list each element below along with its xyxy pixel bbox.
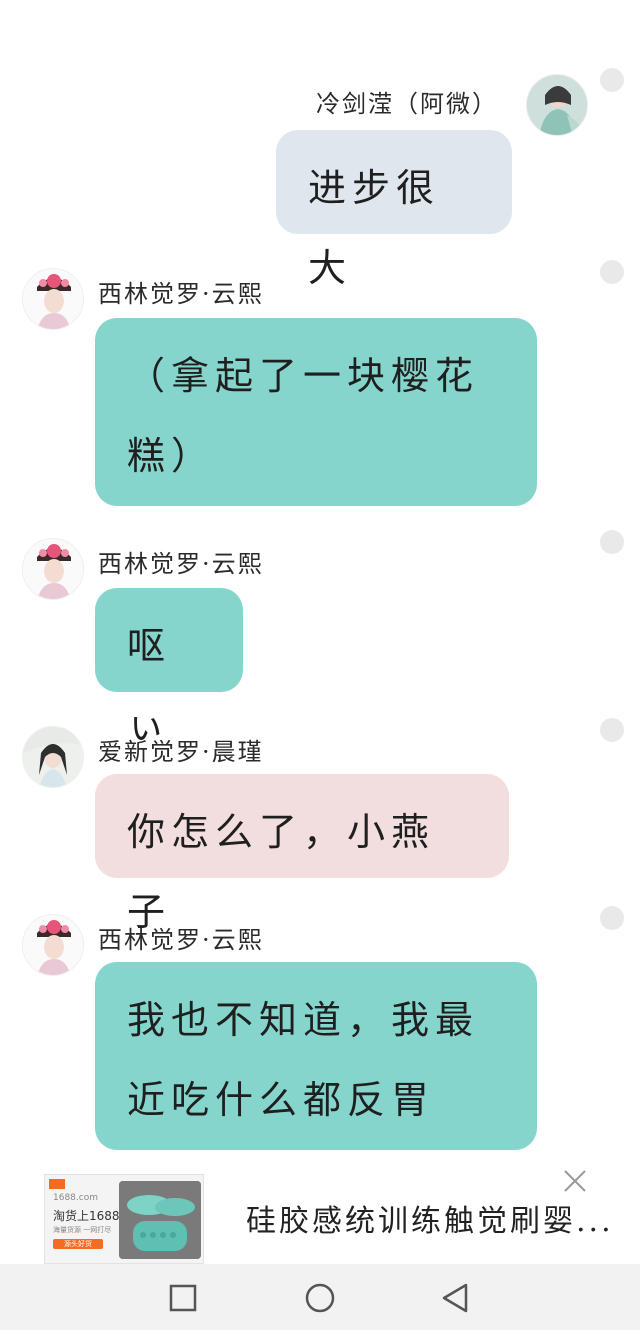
ad-thumbnail[interactable]: 1688.com 淘货上1688 海量货源 一网打尽 源头好货 (44, 1174, 204, 1264)
home-icon[interactable] (300, 1278, 340, 1318)
message-row: 西林觉罗·云熙 呕ぃ (0, 528, 640, 748)
select-circle[interactable] (600, 718, 624, 742)
sender-name: 西林觉罗·云熙 (98, 550, 264, 578)
message-bubble[interactable]: 呕ぃ (95, 588, 243, 748)
message-bubble[interactable]: 你怎么了，小燕子 (95, 774, 509, 934)
select-circle[interactable] (600, 68, 624, 92)
ad-subline: 海量货源 一网打尽 (53, 1226, 112, 1234)
message-bubble[interactable]: 进步很大 (276, 130, 512, 290)
ad-title[interactable]: 硅胶感统训练触觉刷婴... (246, 1196, 626, 1240)
avatar-image (23, 727, 83, 787)
message-row: 西林觉罗·云熙 我也不知道，我最近吃什么都反胃 (0, 904, 640, 1156)
close-icon[interactable] (560, 1166, 590, 1196)
avatar[interactable] (22, 914, 84, 976)
avatar-image (23, 269, 83, 329)
select-circle[interactable] (600, 906, 624, 930)
avatar[interactable] (22, 268, 84, 330)
recent-apps-icon[interactable] (163, 1278, 203, 1318)
message-bubble[interactable]: （拿起了一块樱花糕） (95, 318, 537, 506)
avatar-image (23, 915, 83, 975)
avatar-image (527, 75, 587, 135)
ad-cta-button[interactable]: 源头好货 (53, 1239, 103, 1249)
ad-product-image (119, 1181, 201, 1259)
ad-logo (49, 1179, 65, 1189)
avatar-image (23, 539, 83, 599)
message-bubble[interactable]: 我也不知道，我最近吃什么都反胃 (95, 962, 537, 1150)
sender-name: 西林觉罗·云熙 (98, 280, 264, 308)
sender-name: 冷剑滢（阿微） (316, 90, 498, 118)
sender-name: 西林觉罗·云熙 (98, 926, 264, 954)
sender-name: 爱新觉罗·晨瑾 (98, 738, 264, 766)
avatar[interactable] (22, 726, 84, 788)
message-row: 爱新觉罗·晨瑾 你怎么了，小燕子 (0, 716, 640, 934)
select-circle[interactable] (600, 260, 624, 284)
ad-headline: 淘货上1688 (53, 1209, 120, 1223)
ad-banner[interactable]: 1688.com 淘货上1688 海量货源 一网打尽 源头好货 硅胶感统训练触觉… (0, 1168, 640, 1264)
ad-site: 1688.com (53, 1193, 98, 1203)
back-icon[interactable] (436, 1278, 476, 1318)
select-circle[interactable] (600, 530, 624, 554)
avatar[interactable] (526, 74, 588, 136)
message-row: 西林觉罗·云熙 （拿起了一块樱花糕） (0, 258, 640, 518)
message-row: 冷剑滢（阿微） 进步很大 (0, 62, 640, 290)
navigation-bar (0, 1264, 640, 1330)
avatar[interactable] (22, 538, 84, 600)
